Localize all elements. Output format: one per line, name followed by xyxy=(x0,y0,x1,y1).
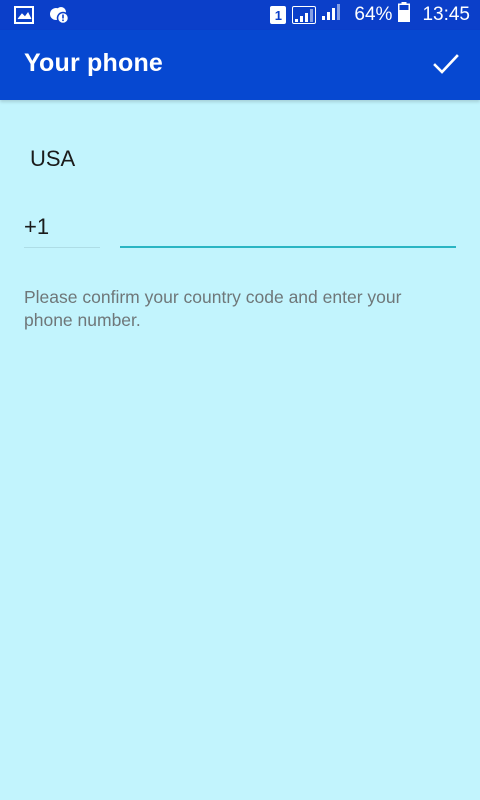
confirm-button[interactable] xyxy=(426,46,466,86)
status-system: 1 64% 13:45 xyxy=(270,2,470,28)
signal-icon-secondary xyxy=(322,4,341,26)
phone-hint-text: Please confirm your country code and ent… xyxy=(24,287,402,330)
status-bar: 1 64% 13:45 xyxy=(0,0,480,30)
sim-card-icon: 1 xyxy=(270,6,287,24)
country-selector[interactable]: USA xyxy=(30,146,75,172)
status-notifications xyxy=(14,5,70,30)
battery-icon xyxy=(398,2,411,28)
phone-number-input[interactable] xyxy=(120,210,456,248)
app-bar: Your phone xyxy=(0,30,480,100)
image-notification-icon xyxy=(14,6,34,29)
country-code-value: +1 xyxy=(24,214,50,239)
country-code-field[interactable]: +1 xyxy=(24,210,100,248)
signal-icon xyxy=(292,6,317,24)
checkmark-icon xyxy=(433,53,459,80)
battery-percent: 64% xyxy=(354,4,393,25)
alert-cloud-icon xyxy=(48,5,70,30)
page-title: Your phone xyxy=(24,49,164,77)
clock: 13:45 xyxy=(422,4,470,25)
